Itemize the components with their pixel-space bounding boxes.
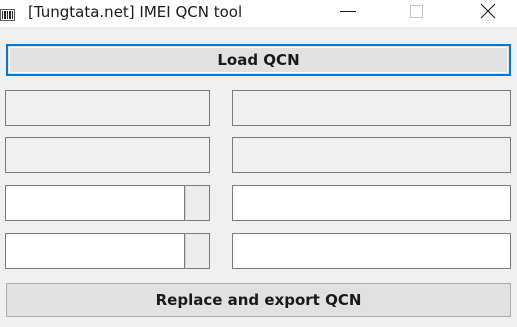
close-button[interactable] bbox=[464, 0, 510, 27]
imei-field-left-1[interactable] bbox=[5, 185, 185, 221]
close-icon bbox=[480, 3, 496, 19]
replace-export-button[interactable]: Replace and export QCN bbox=[6, 283, 511, 317]
title-bar[interactable]: [Tungtata.net] IMEI QCN tool bbox=[0, 0, 517, 27]
minimize-icon bbox=[340, 11, 356, 12]
info-field-right-2[interactable] bbox=[232, 137, 511, 173]
imei-spin-button-1[interactable] bbox=[185, 185, 210, 221]
maximize-button[interactable] bbox=[394, 0, 440, 27]
main-panel: Load QCN Replace and export QCN bbox=[0, 27, 517, 327]
imei-field-right-2[interactable] bbox=[232, 233, 511, 269]
imei-field-left-2[interactable] bbox=[5, 233, 185, 269]
barcode-icon[interactable] bbox=[0, 6, 15, 21]
load-qcn-button[interactable]: Load QCN bbox=[6, 44, 511, 76]
window-title: [Tungtata.net] IMEI QCN tool bbox=[28, 3, 243, 21]
imei-field-right-1[interactable] bbox=[232, 185, 511, 221]
imei-spin-button-2[interactable] bbox=[185, 233, 210, 269]
info-field-left-1[interactable] bbox=[5, 90, 210, 126]
info-field-right-1[interactable] bbox=[232, 90, 511, 126]
info-field-left-2[interactable] bbox=[5, 137, 210, 173]
minimize-button[interactable] bbox=[325, 0, 371, 27]
maximize-icon bbox=[410, 5, 423, 18]
